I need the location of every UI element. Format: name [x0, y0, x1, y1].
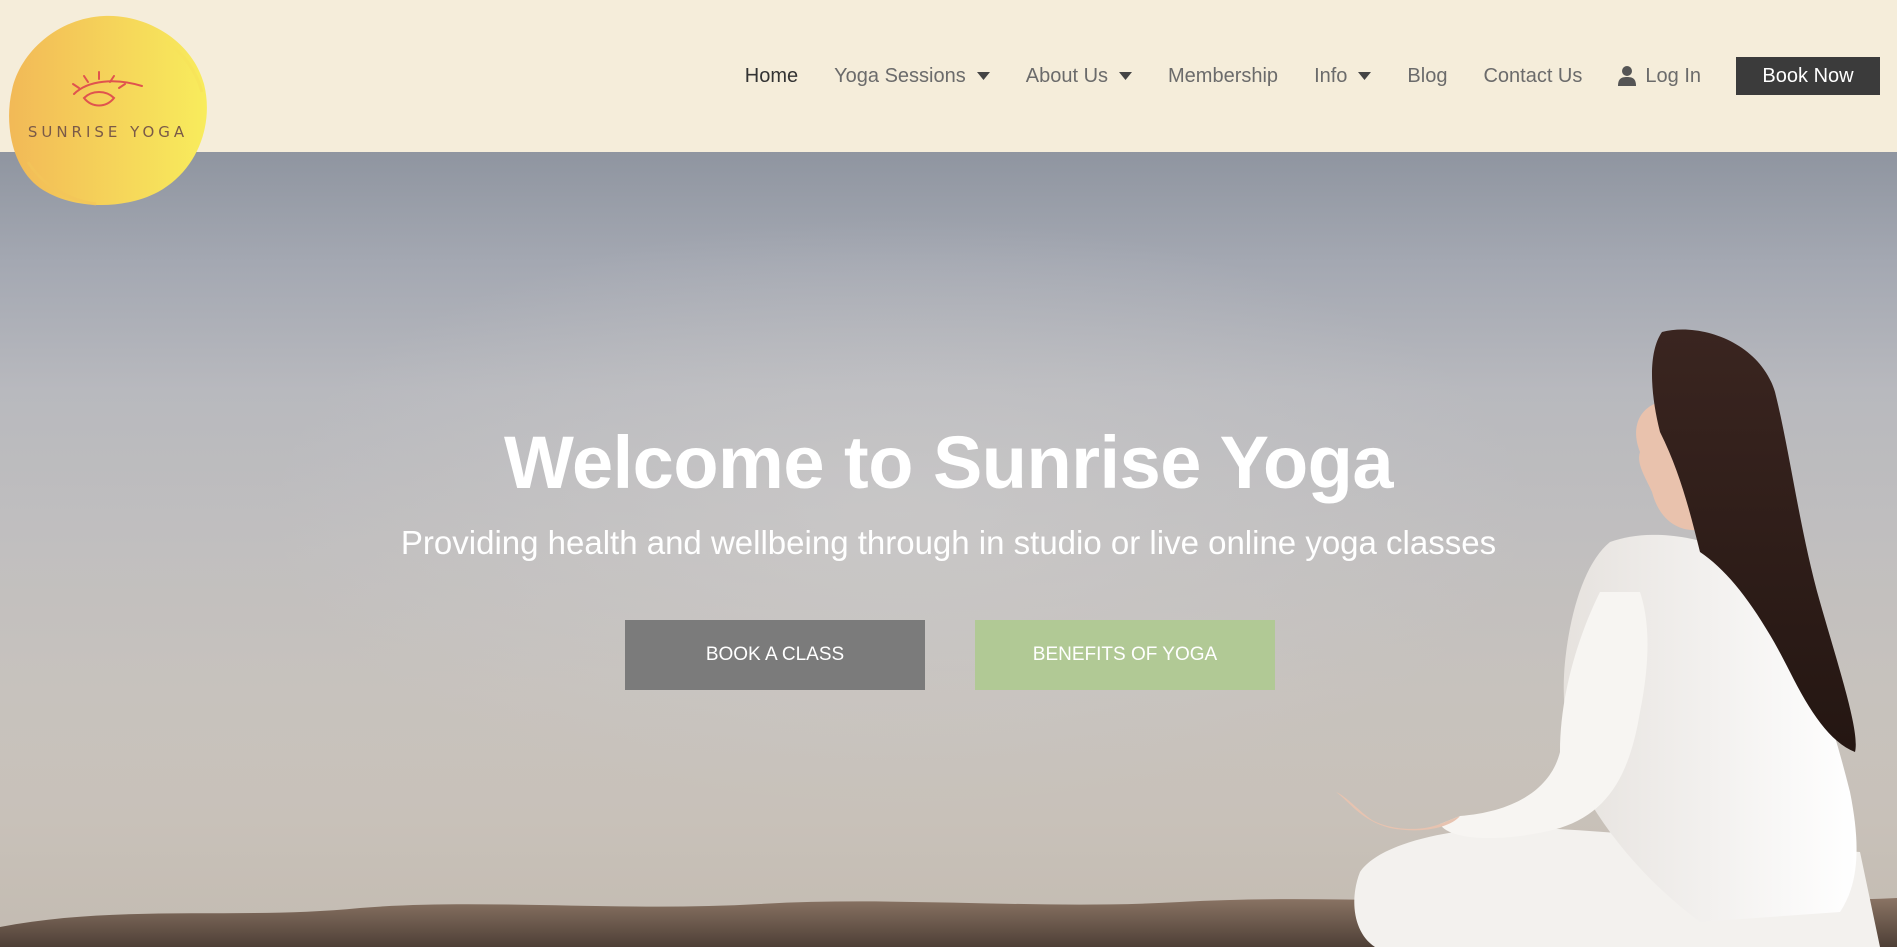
nav-contact-us-label: Contact Us: [1483, 64, 1583, 87]
nav-home[interactable]: Home: [745, 56, 798, 96]
hero-section: Welcome to Sunrise Yoga Providing health…: [0, 152, 1897, 947]
nav-home-label: Home: [744, 64, 799, 87]
site-header: Home Yoga Sessions About Us Membership I…: [0, 0, 1897, 152]
book-now-button[interactable]: Book Now: [1736, 57, 1880, 95]
sunrise-yoga-logo[interactable]: SUNRISE YOGA: [6, 12, 210, 208]
caret-down-icon: [1119, 72, 1133, 80]
nav-info-label: Info: [1314, 64, 1348, 87]
hero-title: Welcome to Sunrise Yoga: [503, 421, 1394, 504]
nav-about-us[interactable]: About Us: [1025, 56, 1133, 96]
logo-text: SUNRISE YOGA: [27, 123, 189, 141]
book-a-class-button[interactable]: BOOK A CLASS: [625, 620, 925, 690]
caret-down-icon: [1358, 72, 1372, 80]
user-icon: [1618, 66, 1637, 86]
nav-blog-label: Blog: [1407, 64, 1448, 87]
nav-about-us-label: About Us: [1025, 64, 1109, 87]
nav-membership-label: Membership: [1168, 64, 1279, 87]
hero-subtitle: Providing health and wellbeing through i…: [400, 524, 1497, 561]
caret-down-icon: [976, 72, 990, 80]
nav-contact-us[interactable]: Contact Us: [1483, 56, 1582, 96]
nav-log-in[interactable]: Log In: [1618, 56, 1701, 96]
nav-yoga-sessions-label: Yoga Sessions: [834, 64, 966, 87]
nav-blog[interactable]: Blog: [1407, 56, 1447, 96]
nav-log-in-label: Log In: [1645, 64, 1701, 87]
nav-info[interactable]: Info: [1314, 56, 1372, 96]
nav-yoga-sessions[interactable]: Yoga Sessions: [834, 56, 990, 96]
nav-membership[interactable]: Membership: [1168, 56, 1278, 96]
benefits-of-yoga-button[interactable]: BENEFITS OF YOGA: [975, 620, 1275, 690]
main-nav: Home Yoga Sessions About Us Membership I…: [745, 56, 1897, 96]
logo-badge: [9, 15, 207, 206]
